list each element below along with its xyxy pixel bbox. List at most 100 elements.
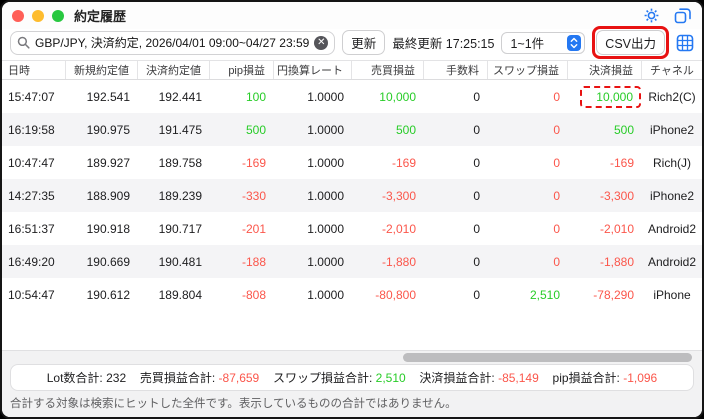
execution-history-window: 約定履歴 — [0, 0, 704, 419]
table-row[interactable]: 10:47:47189.927189.758-1691.0000-16900-1… — [2, 146, 702, 179]
summary-item-4: pip損益合計: -1,096 — [553, 369, 658, 386]
table-row[interactable]: 10:54:47190.612189.804-8081.0000-80,8000… — [2, 278, 702, 311]
cell-swap-pl: 0 — [488, 146, 568, 179]
cell-close-price: 191.475 — [138, 113, 210, 146]
cell-pip-pl: -188 — [210, 245, 274, 278]
column-header-close-price[interactable]: 決済約定値 — [138, 61, 210, 79]
cell-commission: 0 — [424, 245, 488, 278]
gear-icon[interactable] — [643, 7, 660, 24]
duplicate-window-icon[interactable] — [674, 7, 692, 24]
range-select[interactable]: 1~1件 — [501, 32, 585, 54]
summary-item-0: Lot数合計: 232 — [47, 369, 126, 386]
clear-search-button[interactable]: ✕ — [314, 36, 328, 50]
cell-swap-pl: 0 — [488, 179, 568, 212]
cell-swap-pl: 0 — [488, 212, 568, 245]
cell-pip-pl: 100 — [210, 80, 274, 113]
cell-datetime: 14:27:35 — [2, 179, 66, 212]
column-header-swap-pl[interactable]: スワップ損益 — [488, 61, 568, 79]
cell-datetime: 16:19:58 — [2, 113, 66, 146]
cell-datetime: 16:51:37 — [2, 212, 66, 245]
cell-settle-pl: -169 — [568, 146, 642, 179]
scrollbar-thumb[interactable] — [403, 353, 692, 362]
cell-trade-pl: -3,300 — [352, 179, 424, 212]
zoom-window-button[interactable] — [52, 10, 64, 22]
column-header-settle-pl[interactable]: 決済損益 — [568, 61, 642, 79]
cell-open-price: 190.669 — [66, 245, 138, 278]
table-empty-area — [2, 311, 702, 350]
csv-export-button[interactable]: CSV出力 — [596, 30, 665, 55]
cell-commission: 0 — [424, 278, 488, 311]
cell-pip-pl: -169 — [210, 146, 274, 179]
search-value: GBP/JPY, 決済約定, 2026/04/01 09:00~04/27 23… — [35, 34, 309, 51]
cell-pip-pl: -808 — [210, 278, 274, 311]
cell-close-price: 190.717 — [138, 212, 210, 245]
column-header-jpy-rate[interactable]: 円換算レート — [274, 61, 352, 79]
column-header-trade-pl[interactable]: 売買損益 — [352, 61, 424, 79]
cell-datetime: 16:49:20 — [2, 245, 66, 278]
column-header-channel[interactable]: チャネル — [642, 61, 702, 79]
table-row[interactable]: 14:27:35188.909189.239-3301.0000-3,30000… — [2, 179, 702, 212]
column-header-open-price[interactable]: 新規約定値 — [66, 61, 138, 79]
horizontal-scrollbar — [2, 351, 702, 364]
cell-trade-pl: -169 — [352, 146, 424, 179]
cell-channel: Android2 — [642, 245, 702, 278]
minimize-window-button[interactable] — [32, 10, 44, 22]
cell-commission: 0 — [424, 113, 488, 146]
close-window-button[interactable] — [12, 10, 24, 22]
cell-settle-pl: -3,300 — [568, 179, 642, 212]
summary-item-3: 決済損益合計: -85,149 — [419, 369, 538, 386]
cell-jpy-rate: 1.0000 — [274, 179, 352, 212]
search-input[interactable]: GBP/JPY, 決済約定, 2026/04/01 09:00~04/27 23… — [10, 31, 335, 55]
cell-channel: Rich2(C) — [642, 80, 702, 113]
cell-open-price: 189.927 — [66, 146, 138, 179]
cell-datetime: 10:54:47 — [2, 278, 66, 311]
cell-channel: iPhone — [642, 278, 702, 311]
cell-datetime: 10:47:47 — [2, 146, 66, 179]
cell-commission: 0 — [424, 80, 488, 113]
traffic-lights — [12, 10, 64, 22]
highlighted-value-annotation: 10,000 — [580, 86, 641, 108]
refresh-button[interactable]: 更新 — [342, 30, 385, 55]
cell-trade-pl: 500 — [352, 113, 424, 146]
cell-channel: iPhone2 — [642, 179, 702, 212]
column-header-commission[interactable]: 手数料 — [424, 61, 488, 79]
cell-jpy-rate: 1.0000 — [274, 146, 352, 179]
last-update-text: 最終更新 17:25:15 — [392, 33, 494, 52]
table-row[interactable]: 15:47:07192.541192.4411001.000010,000001… — [2, 80, 702, 113]
cell-settle-pl: 10,000 — [568, 80, 642, 113]
cell-open-price: 190.975 — [66, 113, 138, 146]
cell-jpy-rate: 1.0000 — [274, 80, 352, 113]
cell-jpy-rate: 1.0000 — [274, 212, 352, 245]
cell-close-price: 189.804 — [138, 278, 210, 311]
cell-close-price: 189.239 — [138, 179, 210, 212]
table-body: 15:47:07192.541192.4411001.000010,000001… — [2, 80, 702, 311]
cell-settle-pl: 500 — [568, 113, 642, 146]
cell-pip-pl: 500 — [210, 113, 274, 146]
cell-open-price: 190.612 — [66, 278, 138, 311]
cell-trade-pl: -80,800 — [352, 278, 424, 311]
cell-settle-pl: -1,880 — [568, 245, 642, 278]
column-header-pip-pl[interactable]: pip損益 — [210, 61, 274, 79]
cell-open-price: 190.918 — [66, 212, 138, 245]
cell-swap-pl: 0 — [488, 80, 568, 113]
window-title: 約定履歴 — [74, 6, 126, 25]
table-view-icon[interactable] — [676, 34, 694, 52]
cell-swap-pl: 0 — [488, 113, 568, 146]
cell-close-price: 192.441 — [138, 80, 210, 113]
cell-channel: Rich(J) — [642, 146, 702, 179]
summary-item-2: スワップ損益合計: 2,510 — [273, 369, 406, 386]
column-header-datetime[interactable]: 日時 — [2, 61, 66, 79]
cell-channel: iPhone2 — [642, 113, 702, 146]
cell-trade-pl: -1,880 — [352, 245, 424, 278]
cell-settle-pl: -78,290 — [568, 278, 642, 311]
table-header: 日時新規約定値決済約定値pip損益円換算レート売買損益手数料スワップ損益決済損益… — [2, 60, 702, 80]
cell-trade-pl: 10,000 — [352, 80, 424, 113]
table-row[interactable]: 16:19:58190.975191.4755001.000050000500i… — [2, 113, 702, 146]
table-row[interactable]: 16:51:37190.918190.717-2011.0000-2,01000… — [2, 212, 702, 245]
cell-swap-pl: 2,510 — [488, 278, 568, 311]
cell-open-price: 192.541 — [66, 80, 138, 113]
table-row[interactable]: 16:49:20190.669190.481-1881.0000-1,88000… — [2, 245, 702, 278]
cell-close-price: 190.481 — [138, 245, 210, 278]
cell-trade-pl: -2,010 — [352, 212, 424, 245]
cell-channel: Android2 — [642, 212, 702, 245]
